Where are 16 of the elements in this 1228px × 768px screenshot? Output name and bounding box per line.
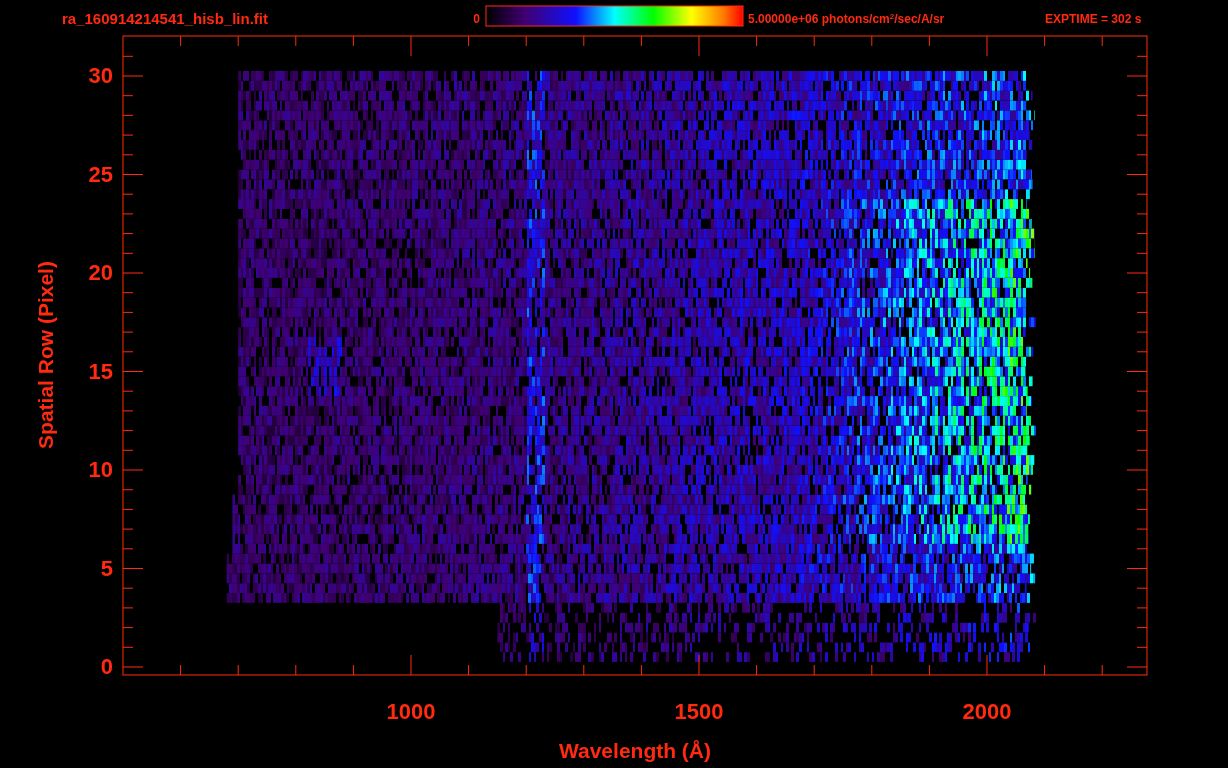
colorbar-min-label: 0: [473, 13, 480, 25]
y-tick-label: 15: [88, 360, 113, 383]
y-tick-label: 20: [88, 262, 113, 284]
x-axis-title: Wavelength (Å): [558, 739, 712, 761]
file-name: ra_160914214541_hisb_lin.fit: [62, 10, 268, 26]
y-tick-label: 25: [88, 163, 113, 186]
colorbar-max-label: 5.00000e+06 photons/cm$^{2}$/sec/A/sr: [748, 13, 945, 25]
x-tick-label: 1500: [674, 701, 724, 723]
y-tick-label: 5: [100, 557, 113, 580]
y-tick-label: 0: [100, 656, 113, 678]
x-tick-label: 2000: [962, 701, 1012, 723]
y-axis-title: Spatial Row (Pixel): [34, 261, 56, 449]
y-tick-label: 30: [88, 65, 113, 87]
y-tick-label: 10: [88, 459, 113, 481]
exposure-time: EXPTIME = 302 s: [1045, 13, 1142, 25]
x-tick-label: 1000: [386, 701, 436, 723]
